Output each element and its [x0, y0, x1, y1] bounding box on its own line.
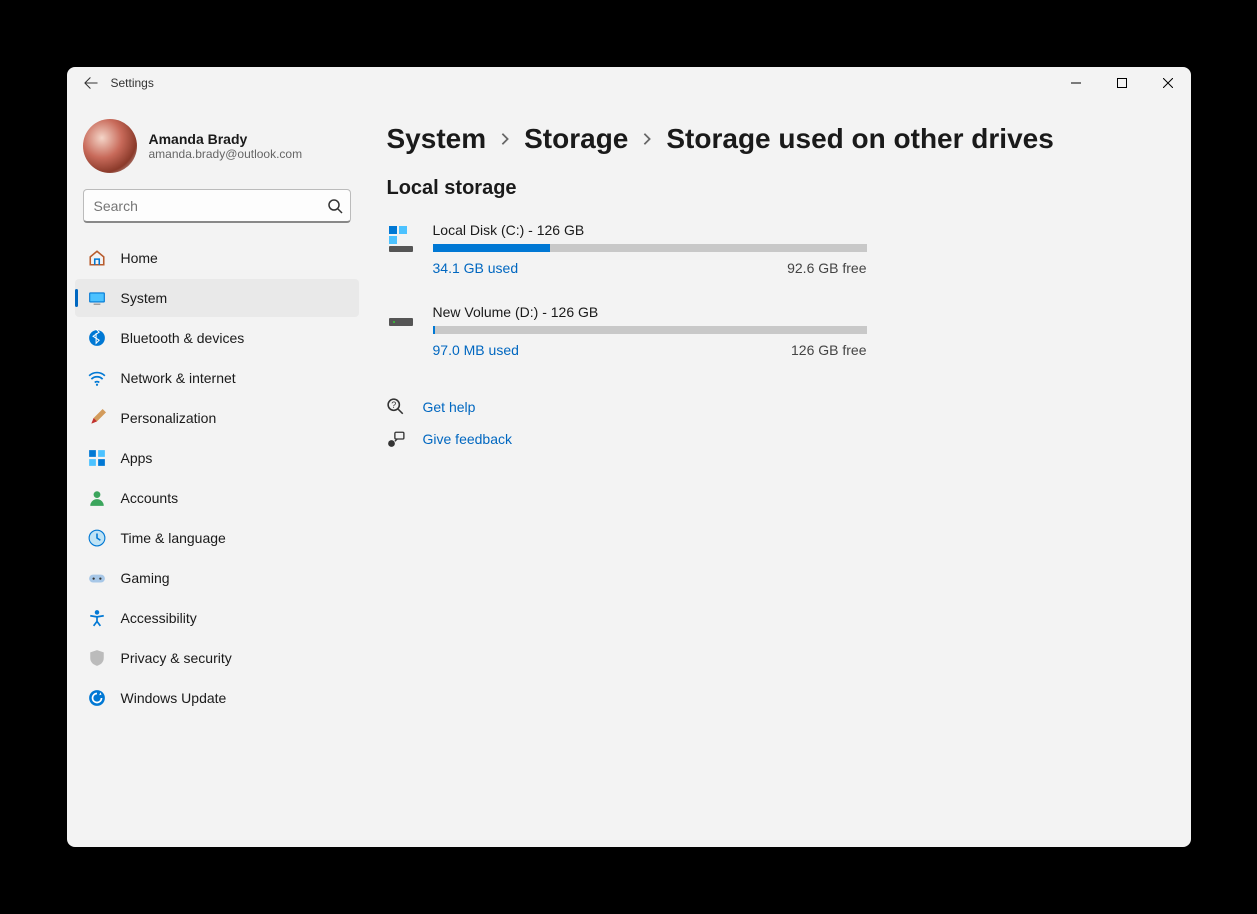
close-button[interactable]	[1145, 67, 1191, 99]
breadcrumb-storage[interactable]: Storage	[524, 123, 628, 155]
chevron-right-icon	[498, 132, 512, 146]
minimize-button[interactable]	[1053, 67, 1099, 99]
feedback-icon	[387, 430, 405, 448]
nav-gaming[interactable]: Gaming	[75, 559, 359, 597]
nav-home[interactable]: Home	[75, 239, 359, 277]
nav-privacy[interactable]: Privacy & security	[75, 639, 359, 677]
arrow-left-icon	[84, 76, 98, 90]
drive-free: 126 GB free	[791, 342, 867, 358]
nav-apps[interactable]: Apps	[75, 439, 359, 477]
drive-c[interactable]: Local Disk (C:) - 126 GB 34.1 GB used 92…	[387, 222, 867, 276]
main-content: System Storage Storage used on other dri…	[367, 99, 1191, 847]
nav-time-language[interactable]: Time & language	[75, 519, 359, 557]
search-icon	[327, 198, 343, 214]
titlebar: Settings	[67, 67, 1191, 99]
avatar	[83, 119, 137, 173]
nav-label: Network & internet	[121, 370, 236, 386]
drive-name: Local Disk (C:) - 126 GB	[433, 222, 867, 238]
drive-used: 34.1 GB used	[433, 260, 519, 276]
nav: Home System Bluetooth & devices Network …	[75, 239, 359, 717]
nav-personalization[interactable]: Personalization	[75, 399, 359, 437]
shield-icon	[87, 648, 107, 668]
help-icon: ?	[387, 398, 405, 416]
breadcrumb-current: Storage used on other drives	[666, 123, 1053, 155]
window-title: Settings	[111, 76, 154, 90]
minimize-icon	[1071, 78, 1081, 88]
nav-label: Accounts	[121, 490, 179, 506]
section-title: Local storage	[387, 177, 1151, 200]
profile-block[interactable]: Amanda Brady amanda.brady@outlook.com	[75, 107, 359, 189]
breadcrumb-system[interactable]: System	[387, 123, 487, 155]
nav-network[interactable]: Network & internet	[75, 359, 359, 397]
user-name: Amanda Brady	[149, 131, 303, 147]
drive-icon	[387, 306, 417, 336]
nav-label: System	[121, 290, 168, 306]
apps-icon	[87, 448, 107, 468]
drive-name: New Volume (D:) - 126 GB	[433, 304, 867, 320]
nav-system[interactable]: System	[75, 279, 359, 317]
nav-windows-update[interactable]: Windows Update	[75, 679, 359, 717]
drive-d[interactable]: New Volume (D:) - 126 GB 97.0 MB used 12…	[387, 304, 867, 358]
home-icon	[87, 248, 107, 268]
usage-fill	[433, 244, 550, 252]
maximize-icon	[1117, 78, 1127, 88]
svg-text:?: ?	[391, 400, 396, 410]
back-button[interactable]	[75, 67, 107, 99]
nav-label: Privacy & security	[121, 650, 232, 666]
user-email: amanda.brady@outlook.com	[149, 147, 303, 161]
chevron-right-icon	[640, 132, 654, 146]
system-icon	[87, 288, 107, 308]
close-icon	[1163, 78, 1173, 88]
nav-accessibility[interactable]: Accessibility	[75, 599, 359, 637]
drive-used: 97.0 MB used	[433, 342, 519, 358]
maximize-button[interactable]	[1099, 67, 1145, 99]
nav-label: Windows Update	[121, 690, 227, 706]
sidebar: Amanda Brady amanda.brady@outlook.com Ho…	[67, 99, 367, 847]
brush-icon	[87, 408, 107, 428]
update-icon	[87, 688, 107, 708]
search-wrap	[83, 189, 351, 223]
nav-label: Home	[121, 250, 158, 266]
usage-bar	[433, 326, 867, 334]
nav-accounts[interactable]: Accounts	[75, 479, 359, 517]
wifi-icon	[87, 368, 107, 388]
nav-label: Bluetooth & devices	[121, 330, 245, 346]
usage-fill	[433, 326, 435, 334]
accessibility-icon	[87, 608, 107, 628]
search-input[interactable]	[83, 189, 351, 223]
nav-label: Time & language	[121, 530, 226, 546]
get-help-link[interactable]: ? Get help	[387, 398, 1151, 416]
person-icon	[87, 488, 107, 508]
settings-window: Settings Amanda Brady amanda.brady@outlo…	[67, 67, 1191, 847]
breadcrumb: System Storage Storage used on other dri…	[387, 123, 1151, 155]
nav-label: Personalization	[121, 410, 217, 426]
usage-bar	[433, 244, 867, 252]
nav-label: Apps	[121, 450, 153, 466]
give-feedback-link[interactable]: Give feedback	[387, 430, 1151, 448]
gamepad-icon	[87, 568, 107, 588]
clock-icon	[87, 528, 107, 548]
drive-os-icon	[387, 224, 417, 254]
bluetooth-icon	[87, 328, 107, 348]
nav-label: Gaming	[121, 570, 170, 586]
feedback-label: Give feedback	[423, 431, 513, 447]
nav-bluetooth[interactable]: Bluetooth & devices	[75, 319, 359, 357]
drive-free: 92.6 GB free	[787, 260, 866, 276]
help-links: ? Get help Give feedback	[387, 398, 1151, 448]
help-label: Get help	[423, 399, 476, 415]
nav-label: Accessibility	[121, 610, 197, 626]
